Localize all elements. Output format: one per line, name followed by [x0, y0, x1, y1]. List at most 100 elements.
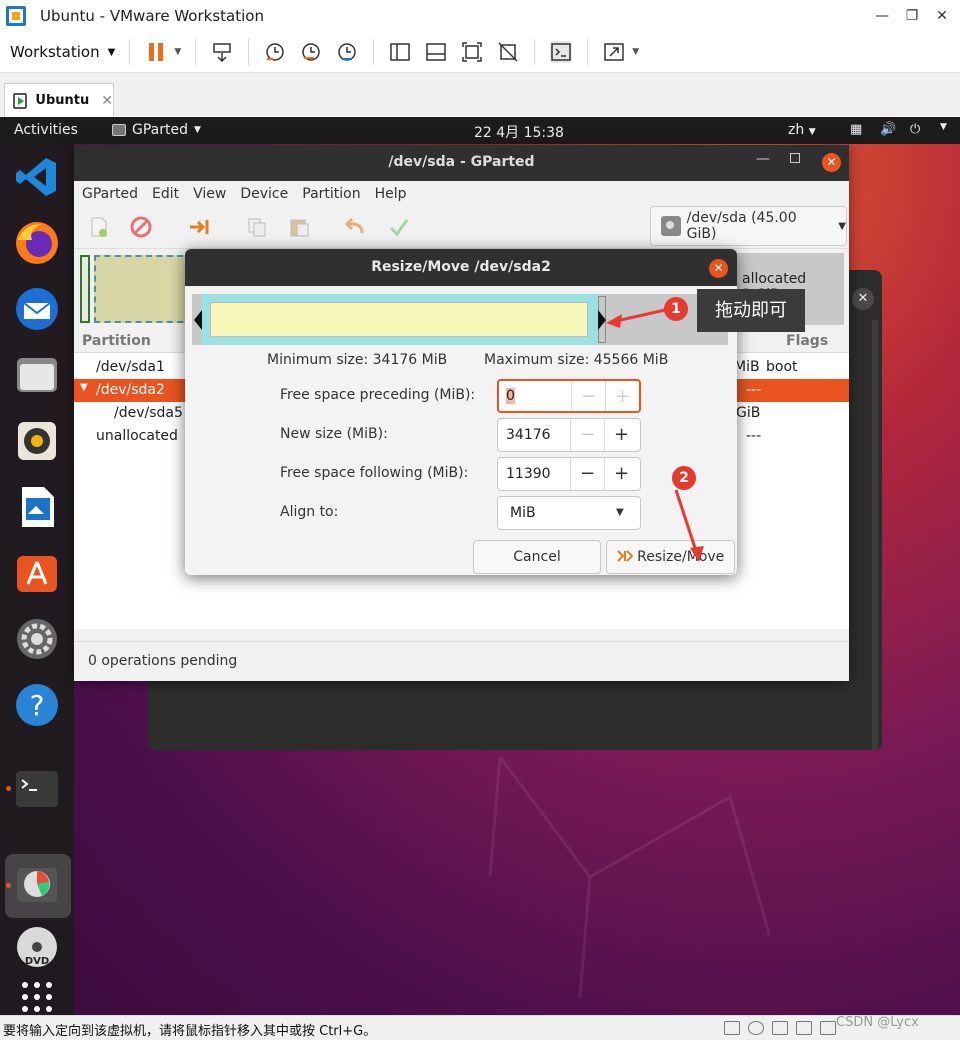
- align-to-select[interactable]: MiB ▼: [497, 496, 641, 530]
- snapshot-icon[interactable]: [264, 41, 286, 63]
- new-partition-icon[interactable]: [88, 216, 110, 238]
- minimize-icon[interactable]: —: [756, 151, 770, 167]
- expander-icon[interactable]: ▼: [80, 382, 88, 393]
- undo-icon[interactable]: [344, 216, 366, 238]
- chevron-down-icon: ▼: [838, 220, 846, 232]
- network-adapter-icon[interactable]: [772, 1021, 788, 1035]
- column-flags[interactable]: Flags: [786, 333, 828, 349]
- vscode-icon[interactable]: [14, 154, 60, 200]
- unity-icon[interactable]: [497, 41, 519, 63]
- console-view-icon[interactable]: [550, 41, 573, 63]
- free-preceding-label: Free space preceding (MiB):: [280, 387, 476, 403]
- firefox-icon[interactable]: [14, 220, 60, 266]
- menu-device[interactable]: Device: [240, 186, 288, 202]
- chevron-down-icon[interactable]: ▼: [174, 47, 181, 57]
- maximize-icon[interactable]: [790, 153, 800, 163]
- cd-rom-icon[interactable]: [748, 1021, 764, 1035]
- decrement-icon[interactable]: −: [570, 458, 604, 490]
- chevron-down-icon: ▼: [940, 122, 947, 132]
- close-icon[interactable]: ✕: [709, 259, 728, 278]
- send-ctrl-alt-del-icon[interactable]: [211, 41, 233, 63]
- annotation-note: 拖动即可: [697, 289, 805, 332]
- apply-icon[interactable]: [388, 216, 410, 238]
- clock[interactable]: 22 4月 15:38: [474, 122, 564, 142]
- decrement-icon[interactable]: −: [571, 381, 605, 411]
- menu-view[interactable]: View: [193, 186, 226, 202]
- close-icon[interactable]: ✕: [822, 153, 841, 172]
- sound-icon[interactable]: [820, 1021, 836, 1035]
- device-selector[interactable]: /dev/sda (45.00 GiB) ▼: [650, 206, 847, 246]
- copy-icon[interactable]: [246, 216, 268, 238]
- close-icon[interactable]: ✕: [852, 288, 874, 310]
- restore-icon[interactable]: ❐: [900, 4, 924, 28]
- terminal-icon[interactable]: [14, 766, 60, 812]
- rhythmbox-icon[interactable]: [14, 418, 60, 464]
- fullscreen-icon[interactable]: [603, 41, 625, 63]
- system-tray[interactable]: ▦ 🔊 ⏻ ▼: [850, 122, 956, 138]
- workstation-menu[interactable]: Workstation ▼: [10, 43, 115, 61]
- map-unallocated-label: allocated: [742, 271, 807, 287]
- delete-partition-icon[interactable]: [130, 216, 152, 238]
- files-icon[interactable]: [14, 352, 60, 398]
- row-size-unit: MiB: [734, 359, 760, 375]
- chevron-down-icon[interactable]: ▼: [632, 47, 639, 57]
- scrollbar[interactable]: [872, 320, 878, 750]
- svg-text:?: ?: [30, 689, 45, 722]
- guest-desktop[interactable]: Activities GParted ▼ 22 4月 15:38 zh ▼ ▦ …: [0, 117, 960, 1015]
- input-method-menu[interactable]: zh ▼: [788, 122, 816, 138]
- settings-icon[interactable]: [14, 616, 60, 662]
- decrement-icon[interactable]: −: [570, 419, 604, 451]
- activities-button[interactable]: Activities: [14, 122, 78, 138]
- menu-edit[interactable]: Edit: [152, 186, 179, 202]
- resize-move-icon[interactable]: [188, 216, 210, 238]
- increment-icon[interactable]: +: [604, 419, 638, 451]
- dvd-icon[interactable]: DVD: [14, 924, 60, 970]
- menu-gparted[interactable]: GParted: [82, 186, 138, 202]
- free-following-value[interactable]: 11390: [506, 466, 551, 482]
- cancel-button[interactable]: Cancel: [473, 540, 601, 574]
- thumbnail-bar-icon[interactable]: [425, 41, 447, 63]
- partition-extent[interactable]: [202, 294, 598, 345]
- row-size-unit: ---: [746, 382, 762, 398]
- pause-icon[interactable]: [145, 41, 167, 63]
- resize-move-button[interactable]: Resize/Move: [606, 540, 735, 574]
- close-icon[interactable]: ✕: [930, 4, 954, 28]
- map-partition-sda1[interactable]: [80, 255, 90, 323]
- show-applications-icon[interactable]: [14, 974, 60, 1015]
- revert-snapshot-icon[interactable]: [300, 41, 322, 63]
- thunderbird-icon[interactable]: [14, 286, 60, 332]
- libreoffice-writer-icon[interactable]: [14, 484, 60, 530]
- increment-icon[interactable]: +: [605, 381, 639, 411]
- free-following-spinner[interactable]: 11390 − +: [497, 457, 641, 491]
- resize-graphic[interactable]: [192, 294, 728, 345]
- maximum-size-label: Maximum size: 45566 MiB: [484, 352, 669, 368]
- software-center-icon[interactable]: [14, 550, 60, 596]
- new-size-spinner[interactable]: 34176 − +: [497, 418, 641, 452]
- menu-help[interactable]: Help: [375, 186, 407, 202]
- help-icon[interactable]: ?: [14, 682, 60, 728]
- free-preceding-value[interactable]: 0: [506, 388, 515, 404]
- row-partition: /dev/sda5: [114, 405, 183, 421]
- increment-icon[interactable]: +: [604, 458, 638, 490]
- fit-guest-icon[interactable]: [461, 41, 483, 63]
- app-menu[interactable]: GParted ▼: [112, 122, 201, 138]
- gparted-icon[interactable]: [14, 862, 60, 908]
- free-preceding-spinner[interactable]: 0 − +: [497, 379, 641, 413]
- new-size-value[interactable]: 34176: [506, 427, 551, 443]
- status-hint: 要将输入定向到该虚拟机，请将鼠标指针移入其中或按 Ctrl+G。: [3, 1024, 377, 1039]
- resize-handle-right-icon[interactable]: [598, 310, 606, 330]
- vmware-toolbar: Workstation ▼ ▼ ▼: [0, 32, 960, 72]
- resize-handle-left-icon[interactable]: [194, 310, 202, 330]
- snapshot-manager-icon[interactable]: [336, 41, 358, 63]
- menu-partition[interactable]: Partition: [302, 186, 360, 202]
- close-tab-icon[interactable]: ✕: [101, 93, 113, 109]
- column-partition[interactable]: Partition: [82, 333, 151, 349]
- ubuntu-top-bar: Activities GParted ▼ 22 4月 15:38 zh ▼ ▦ …: [0, 117, 960, 144]
- usb-icon[interactable]: [796, 1021, 812, 1035]
- hard-disk-icon[interactable]: [724, 1021, 740, 1035]
- minimize-icon[interactable]: —: [870, 4, 894, 28]
- toolbar-divider: [587, 39, 589, 65]
- sidebar-toggle-icon[interactable]: [389, 41, 411, 63]
- tab-ubuntu[interactable]: Ubuntu ✕: [4, 83, 114, 117]
- paste-icon[interactable]: [288, 216, 310, 238]
